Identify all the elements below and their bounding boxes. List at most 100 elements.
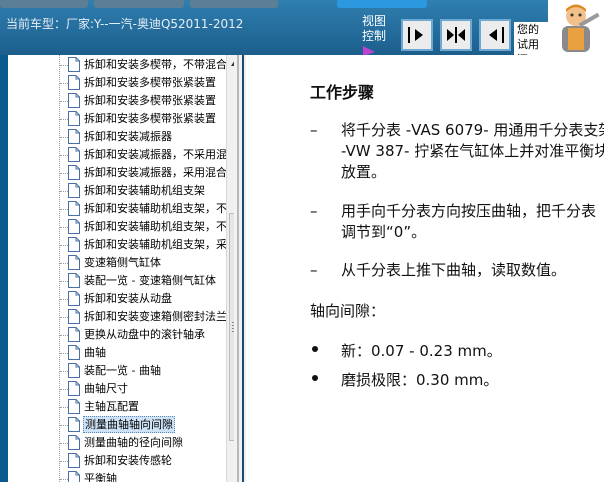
document-icon (68, 471, 80, 482)
document-icon (68, 129, 80, 144)
document-icon (68, 345, 80, 360)
scroll-up-button[interactable] (227, 55, 234, 71)
tree-branch-line (60, 461, 68, 462)
spec-text: 新：0.07 - 0.23 mm。 (341, 342, 502, 360)
tree-branch-line (60, 353, 68, 354)
tree-item-label: 曲轴 (84, 346, 106, 359)
tree-item[interactable]: 变速箱侧气缸体 (60, 254, 226, 272)
tree-item-label: 拆卸和安装辅助机组支架，采用混合驱动 (84, 238, 226, 251)
tree-item-label: 拆卸和安装多楔带张紧装置 (84, 112, 216, 125)
step-text: 调节到“0”。 (341, 223, 427, 241)
tree-branch-line (60, 281, 68, 282)
document-icon (68, 111, 80, 126)
tree-branch-line (60, 389, 68, 390)
document-icon (68, 435, 80, 450)
tree-item-label: 拆卸和安装传感轮 (84, 454, 172, 467)
tree-item-label: 拆卸和安装从动盘 (84, 292, 172, 305)
document-icon (68, 219, 80, 234)
document-icon (68, 57, 80, 72)
tree-item[interactable]: 拆卸和安装辅助机组支架，不带混合驱动 (60, 200, 226, 218)
tree-branch-line (60, 65, 68, 66)
tree-item[interactable]: 主轴瓦配置 (60, 398, 226, 416)
tree-branch-line (60, 119, 68, 120)
tree-item-label: 拆卸和安装减振器，采用混合驱动 (84, 166, 226, 179)
document-icon (68, 399, 80, 414)
view-right-pane-button[interactable] (479, 19, 511, 51)
tree-item[interactable]: 拆卸和安装多楔带张紧装置 (60, 74, 226, 92)
document-icon (68, 453, 80, 468)
step-text: 用手向千分表方向按压曲轴，把千分表 (341, 202, 597, 220)
tree-item-label: 拆卸和安装变速箱侧密封法兰 (84, 310, 226, 323)
tree-item[interactable]: 曲轴 (60, 344, 226, 362)
tree-item[interactable]: 拆卸和安装辅助机组支架，不带混合驱动 (60, 218, 226, 236)
bullet-dot (312, 375, 318, 381)
step-text: -VW 387- 拧紧在气缸体上并对准平衡块 (341, 142, 604, 160)
tree-item[interactable]: 拆卸和安装从动盘 (60, 290, 226, 308)
tree-item[interactable]: 装配一览 - 曲轴 (60, 362, 226, 380)
tree-branch-line (60, 191, 68, 192)
tree-item[interactable]: 拆卸和安装减振器，不采用混合驱动 (60, 146, 226, 164)
tree-item[interactable]: 装配一览 - 变速箱侧气缸体 (60, 272, 226, 290)
tree-branch-line (60, 371, 68, 372)
top-tab[interactable] (190, 0, 278, 8)
tree-branch-line (60, 245, 68, 246)
view-left-pane-button[interactable] (401, 19, 433, 51)
top-tab[interactable] (0, 0, 88, 8)
tree-scrollbar[interactable] (226, 55, 234, 482)
document-icon (68, 327, 80, 342)
tree-item[interactable]: 拆卸和安装多楔带张紧装置 (60, 110, 226, 128)
step-marker: – (310, 121, 318, 139)
tree-branch-line (60, 317, 68, 318)
document-icon (68, 165, 80, 180)
document-icon (68, 93, 80, 108)
top-tab[interactable] (94, 0, 184, 8)
mechanic-mascot-icon (548, 0, 604, 55)
document-icon (68, 309, 80, 324)
tree-branch-line (60, 83, 68, 84)
tree-item[interactable]: 曲轴尺寸 (60, 380, 226, 398)
tree-item[interactable]: 测量曲轴轴向间隙 (60, 416, 226, 434)
spec-text: 磨损极限：0.30 mm。 (341, 371, 499, 389)
tree-branch-line (60, 137, 68, 138)
current-vehicle-label: 当前车型：厂家:Y--一汽-奥迪Q52011-2012 (6, 17, 244, 31)
tree-item[interactable]: 拆卸和安装多楔带张紧装置 (60, 92, 226, 110)
view-split-button[interactable] (440, 19, 472, 51)
tree-branch-line (60, 263, 68, 264)
tree-item-label: 拆卸和安装多楔带张紧装置 (84, 76, 216, 89)
pane-splitter[interactable] (234, 55, 246, 482)
tree-item[interactable]: 拆卸和安装传感轮 (60, 452, 226, 470)
step-text: 将千分表 -VAS 6079- 用通用千分表支架 (341, 121, 604, 139)
document-icon (68, 417, 80, 432)
tree-item[interactable]: 拆卸和安装多楔带，不带混合驱动 (60, 56, 226, 74)
top-tab-active[interactable] (337, 0, 427, 8)
tree-item[interactable]: 拆卸和安装辅助机组支架，采用混合驱动 (60, 236, 226, 254)
step-marker: – (310, 261, 318, 279)
view-control-label: 视图控制 (362, 14, 387, 43)
tree-branch-line (60, 227, 68, 228)
tree-branch-line (60, 479, 68, 480)
tree-item-label: 变速箱侧气缸体 (84, 256, 161, 269)
step-marker: – (310, 202, 318, 220)
tree-item[interactable]: 拆卸和安装辅助机组支架 (60, 182, 226, 200)
top-tab-strip (0, 0, 604, 8)
tree-branch-line (60, 443, 68, 444)
tree-item[interactable]: 拆卸和安装变速箱侧密封法兰 (60, 308, 226, 326)
document-icon (68, 147, 80, 162)
tree-item[interactable]: 拆卸和安装减振器 (60, 128, 226, 146)
arrows-in-icon (447, 27, 465, 43)
tree-item[interactable]: 平衡轴 (60, 470, 226, 482)
arrow-left-bar-icon (489, 27, 504, 43)
document-icon (68, 75, 80, 90)
tree-item[interactable]: 测量曲轴的径向间隙 (60, 434, 226, 452)
tree-item[interactable]: 更换从动盘中的滚针轴承 (60, 326, 226, 344)
tree-item-label: 拆卸和安装辅助机组支架，不带混合驱动 (84, 202, 226, 215)
tree-item-label: 平衡轴 (84, 472, 117, 482)
document-pane: 工作步骤 – 将千分表 -VAS 6079- 用通用千分表支架 -VW 387-… (246, 55, 604, 482)
tree-branch-line (60, 173, 68, 174)
tree-item-label: 曲轴尺寸 (84, 382, 128, 395)
tree-branch-line (60, 299, 68, 300)
tree-branch-line (60, 155, 68, 156)
axial-clearance-label: 轴向间隙： (310, 302, 386, 320)
tree-item[interactable]: 拆卸和安装减振器，采用混合驱动 (60, 164, 226, 182)
tree-branch-line (60, 335, 68, 336)
